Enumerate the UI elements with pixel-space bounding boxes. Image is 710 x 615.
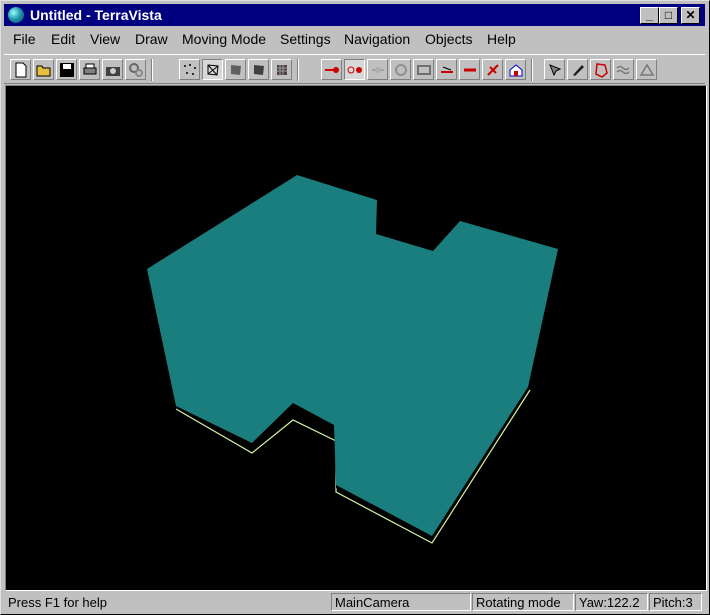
- title-bar[interactable]: Untitled - TerraVista _ □ ✕: [4, 4, 705, 26]
- path-fly-icon: [440, 66, 453, 73]
- path-orbit-icon: [394, 63, 407, 76]
- home-icon: [509, 63, 522, 76]
- toolbar-separator: [151, 59, 153, 81]
- toolbar-separator: [297, 59, 299, 81]
- print-button[interactable]: [79, 59, 100, 80]
- save-disk-button[interactable]: [56, 59, 77, 80]
- menu-view[interactable]: View: [90, 31, 120, 47]
- status-mode: Rotating mode: [472, 593, 574, 611]
- window-title: Untitled - TerraVista: [30, 7, 162, 23]
- points-button[interactable]: [179, 59, 200, 80]
- print-icon: [83, 63, 96, 74]
- terrain-edit-button[interactable]: [636, 59, 657, 80]
- texture-icon: [276, 64, 287, 75]
- scene-render: [147, 175, 558, 544]
- save-disk-icon: [59, 62, 74, 77]
- settings-gears-icon: [128, 62, 143, 77]
- status-help-text: Press F1 for help: [8, 595, 107, 610]
- menu-navigation[interactable]: Navigation: [344, 31, 410, 47]
- object-brush-button[interactable]: [567, 59, 588, 80]
- terrain-edit-icon: [639, 63, 654, 76]
- menu-help[interactable]: Help: [487, 31, 516, 47]
- object-brush-icon: [572, 64, 584, 76]
- menu-settings[interactable]: Settings: [280, 31, 331, 47]
- extruded-block-model: [147, 175, 558, 536]
- terrain-waves-button[interactable]: [613, 59, 634, 80]
- open-folder-button[interactable]: [33, 59, 54, 80]
- flat-shade-icon: [230, 64, 241, 75]
- 3d-viewport[interactable]: [5, 85, 707, 591]
- path-jump-icon: [463, 68, 476, 71]
- settings-gears-button[interactable]: [125, 59, 146, 80]
- path-wing-icon: [486, 63, 499, 76]
- menu-file[interactable]: File: [13, 31, 36, 47]
- status-camera: MainCamera: [331, 593, 471, 611]
- camera-snapshot-icon: [105, 66, 120, 76]
- menu-objects[interactable]: Objects: [425, 31, 472, 47]
- path-jump-button[interactable]: [459, 59, 480, 80]
- path-point-icon: [347, 66, 362, 73]
- status-pitch: Pitch:3: [649, 593, 702, 611]
- path-link-icon: [371, 66, 384, 73]
- solid-shade-icon: [253, 64, 264, 75]
- path-point-button[interactable]: [344, 59, 365, 80]
- flat-shade-button[interactable]: [225, 59, 246, 80]
- terravista-globe-icon: [8, 7, 24, 23]
- camera-snapshot-button[interactable]: [102, 59, 123, 80]
- wireframe-button[interactable]: [202, 59, 223, 80]
- texture-button[interactable]: [271, 59, 292, 80]
- terrain-waves-icon: [615, 65, 630, 74]
- path-orbit-button[interactable]: [390, 59, 411, 80]
- status-bar: Press F1 for help MainCamera Rotating mo…: [4, 591, 705, 613]
- menu-draw[interactable]: Draw: [135, 31, 168, 47]
- home-button[interactable]: [505, 59, 526, 80]
- path-wing-button[interactable]: [482, 59, 503, 80]
- path-frame-button[interactable]: [413, 59, 434, 80]
- object-select-button[interactable]: [544, 59, 565, 80]
- toolbar-separator: [531, 59, 533, 81]
- menu-moving-mode[interactable]: Moving Mode: [182, 31, 266, 47]
- maximize-button[interactable]: □: [659, 7, 678, 24]
- path-fly-button[interactable]: [436, 59, 457, 80]
- object-select-icon: [548, 63, 561, 76]
- menu-bar: File Edit View Draw Moving Mode Settings…: [4, 28, 705, 50]
- open-folder-icon: [36, 65, 50, 76]
- polygon-icon: [594, 62, 608, 78]
- solid-shade-button[interactable]: [248, 59, 269, 80]
- path-start-icon: [324, 66, 339, 73]
- close-button[interactable]: ✕: [681, 7, 700, 24]
- path-frame-icon: [416, 64, 431, 75]
- menu-edit[interactable]: Edit: [51, 31, 75, 47]
- toolbar: [4, 54, 705, 84]
- polygon-button[interactable]: [590, 59, 611, 80]
- minimize-button[interactable]: _: [640, 7, 659, 24]
- path-link-button[interactable]: [367, 59, 388, 80]
- status-yaw: Yaw:122.2: [575, 593, 648, 611]
- new-file-button[interactable]: [10, 59, 31, 80]
- new-file-icon: [15, 62, 26, 77]
- wireframe-icon: [207, 63, 219, 76]
- app-window: Untitled - TerraVista _ □ ✕ File Edit Vi…: [0, 0, 710, 615]
- path-start-button[interactable]: [321, 59, 342, 80]
- points-icon: [183, 63, 196, 75]
